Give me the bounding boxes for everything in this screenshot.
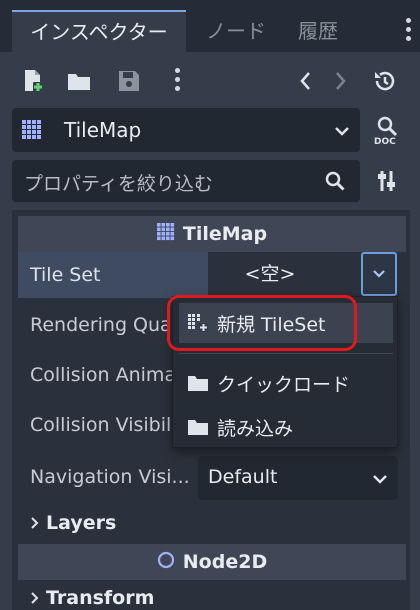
back-icon[interactable] bbox=[290, 66, 320, 96]
group-layers[interactable]: Layers bbox=[30, 508, 116, 538]
tile-set-dropdown-button[interactable] bbox=[361, 252, 397, 296]
folder-icon bbox=[188, 376, 208, 391]
inspector-tab-bar: インスペクター ノード 履歴 bbox=[0, 0, 420, 52]
chevron-down-icon bbox=[372, 470, 388, 489]
property-filter-input[interactable]: プロパティを絞り込む bbox=[12, 160, 360, 202]
chevron-down-icon bbox=[373, 270, 385, 278]
inspector-toolbar bbox=[0, 58, 420, 104]
tilemap-icon bbox=[156, 222, 175, 246]
tile-set-value[interactable]: <空> bbox=[198, 252, 342, 296]
section-header-tilemap: TileMap bbox=[18, 216, 406, 252]
new-resource-icon[interactable] bbox=[18, 66, 48, 96]
tab-inspector[interactable]: インスペクター bbox=[12, 10, 186, 52]
forward-icon[interactable] bbox=[326, 66, 356, 96]
save-icon[interactable] bbox=[114, 66, 144, 96]
search-icon bbox=[324, 170, 346, 196]
chevron-right-icon bbox=[31, 517, 39, 529]
menu-item-load[interactable]: 読み込み bbox=[179, 407, 393, 447]
chevron-right-icon bbox=[31, 592, 39, 604]
tilemap-icon bbox=[22, 120, 42, 144]
menu-divider bbox=[179, 353, 393, 354]
open-folder-icon[interactable] bbox=[64, 66, 94, 96]
tab-history[interactable]: 履歴 bbox=[298, 10, 338, 52]
more-icon[interactable] bbox=[162, 66, 192, 96]
filter-placeholder: プロパティを絞り込む bbox=[24, 173, 213, 195]
menu-item-label: 読み込み bbox=[217, 417, 294, 440]
node-name: TileMap bbox=[64, 118, 142, 142]
highlight-annotation bbox=[167, 295, 357, 351]
property-tile-set[interactable]: Tile Set bbox=[18, 252, 208, 298]
group-transform[interactable]: Transform bbox=[30, 583, 154, 610]
tab-node[interactable]: ノード bbox=[206, 10, 266, 52]
property-label: Navigation Visi... bbox=[30, 466, 190, 488]
node2d-icon bbox=[157, 551, 175, 574]
group-label: Transform bbox=[46, 587, 155, 609]
history-icon[interactable] bbox=[370, 66, 400, 96]
menu-item-label: クイックロード bbox=[217, 373, 351, 396]
section-title: Node2D bbox=[182, 551, 268, 573]
folder-icon bbox=[188, 420, 208, 435]
chevron-down-icon bbox=[334, 122, 350, 141]
svg-text:DOC: DOC bbox=[374, 137, 396, 145]
section-title: TileMap bbox=[182, 223, 268, 245]
tab-menu-icon[interactable] bbox=[404, 18, 412, 44]
navigation-visibility-select[interactable]: Default bbox=[198, 456, 398, 500]
object-properties-tools-icon[interactable] bbox=[366, 160, 410, 202]
group-label: Layers bbox=[46, 512, 117, 534]
property-label: Tile Set bbox=[30, 264, 101, 286]
doc-icon[interactable]: DOC bbox=[366, 108, 410, 152]
node-resource-selector[interactable]: TileMap bbox=[12, 108, 360, 152]
section-header-node2d: Node2D bbox=[18, 544, 406, 580]
menu-item-quick-load[interactable]: クイックロード bbox=[179, 363, 393, 403]
select-value: Default bbox=[208, 466, 278, 488]
